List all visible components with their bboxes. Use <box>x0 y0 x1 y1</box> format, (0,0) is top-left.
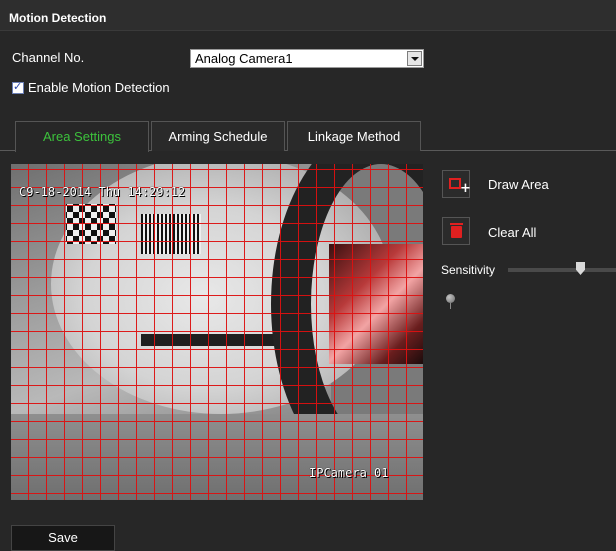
draw-area-button[interactable]: + <box>442 170 471 198</box>
chevron-down-icon[interactable] <box>407 51 422 66</box>
trash-icon-lid <box>450 223 463 225</box>
page-title: Motion Detection <box>9 11 107 25</box>
save-button[interactable]: Save <box>11 525 115 551</box>
channel-select-value: Analog Camera1 <box>195 51 293 66</box>
tab-linkage-method[interactable]: Linkage Method <box>287 121 421 151</box>
clear-all-button[interactable] <box>442 217 470 245</box>
enable-motion-checkbox[interactable] <box>12 80 24 94</box>
enable-motion-detection-row[interactable]: Enable Motion Detection <box>12 80 170 95</box>
sensitivity-label: Sensitivity <box>441 263 496 277</box>
channel-select[interactable]: Analog Camera1 <box>190 49 424 68</box>
pin-icon <box>446 294 455 309</box>
channel-label: Channel No. <box>12 50 85 65</box>
enable-motion-label: Enable Motion Detection <box>28 80 170 95</box>
tab-bar: Area Settings Arming Schedule Linkage Me… <box>0 121 616 152</box>
trash-icon <box>451 226 462 238</box>
tab-area-settings[interactable]: Area Settings <box>15 121 149 152</box>
tab-arming-schedule[interactable]: Arming Schedule <box>151 121 285 151</box>
sensitivity-slider-thumb[interactable] <box>576 262 585 275</box>
title-bar: Motion Detection <box>0 0 616 31</box>
motion-detection-grid[interactable] <box>11 164 423 500</box>
video-preview[interactable]: C9-18-2014 Thu 14:29:12 IPCamera 01 <box>11 164 423 500</box>
clear-all-label[interactable]: Clear All <box>488 225 536 240</box>
camera-name-osd: IPCamera 01 <box>309 466 389 480</box>
sensitivity-slider-track[interactable] <box>508 268 616 272</box>
draw-area-label[interactable]: Draw Area <box>488 177 549 192</box>
timestamp-osd: C9-18-2014 Thu 14:29:12 <box>19 185 186 199</box>
